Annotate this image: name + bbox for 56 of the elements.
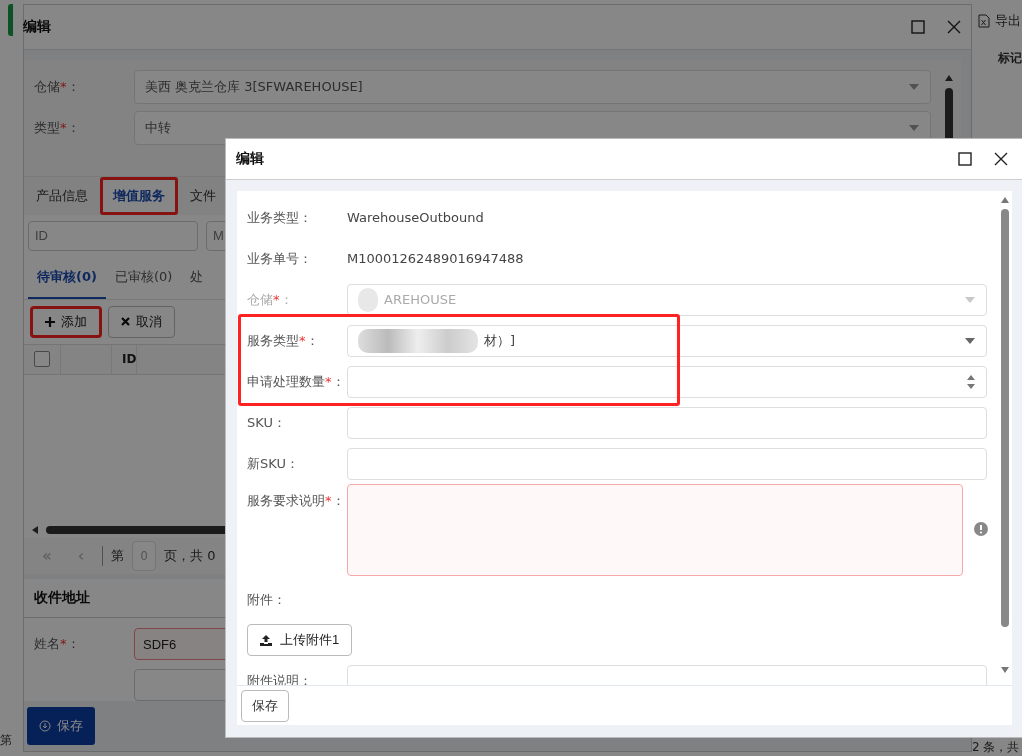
field-label: 姓名*：	[34, 635, 81, 654]
tab[interactable]: 已审核(0)	[105, 256, 182, 299]
close-icon	[121, 317, 130, 327]
field-label: 业务类型：	[247, 208, 313, 227]
text-field[interactable]	[347, 406, 987, 439]
field-label: SKU：	[247, 413, 287, 432]
number-field[interactable]	[347, 365, 987, 398]
save-button[interactable]: 保存	[241, 689, 289, 722]
field-label: 仓储*：	[34, 77, 81, 96]
plus-icon	[45, 316, 55, 327]
pager-text: 第	[0, 732, 12, 749]
select-field[interactable]: 材）]	[347, 324, 987, 357]
spreadsheet-icon	[978, 14, 990, 28]
pager-text: 第	[111, 546, 124, 565]
text-field[interactable]	[347, 447, 987, 480]
close-icon	[947, 20, 961, 34]
column-header: ID	[112, 344, 138, 375]
tab[interactable]: 产品信息	[24, 177, 100, 215]
toolbar-button[interactable]: 添加	[30, 305, 102, 338]
text-area[interactable]	[347, 484, 964, 576]
tab[interactable]: 处	[181, 256, 213, 299]
window-title: 编辑	[23, 18, 51, 36]
field-value: M10001262489016947488	[347, 251, 524, 266]
pager-text: 2 条，共	[972, 739, 1020, 756]
field-label: 服务要求说明*：	[247, 492, 346, 510]
tab[interactable]: 待审核(0)	[28, 256, 106, 299]
toolbar-button[interactable]: 取消	[108, 305, 175, 338]
save-button[interactable]: 保存	[27, 707, 95, 745]
caret-icon	[964, 295, 976, 304]
maximize-icon	[911, 20, 925, 34]
field-label: 业务单号：	[247, 249, 313, 268]
field-label: 服务类型*：	[247, 331, 320, 350]
checkbox[interactable]	[34, 351, 50, 368]
pager-text: 页，共 0	[164, 546, 216, 565]
select-field[interactable]: 美西 奥克兰仓库 3[SFWAREHOUSE]	[134, 69, 931, 104]
field-label: 仓储*：	[247, 290, 294, 309]
upload-icon	[260, 634, 272, 646]
download-circle-icon	[39, 720, 51, 732]
field-value: WarehouseOutbound	[347, 210, 484, 225]
exclamation-icon	[974, 522, 988, 536]
export-button[interactable]: 导出	[974, 6, 1022, 36]
window-title: 编辑	[236, 150, 264, 168]
field-label: 附件：	[247, 591, 287, 609]
field-label: 新SKU：	[247, 454, 300, 473]
close-icon	[994, 152, 1008, 166]
tab[interactable]: 增值服务	[100, 177, 178, 215]
upload-button[interactable]: 上传附件1	[247, 624, 353, 656]
tab[interactable]: 文件	[178, 177, 228, 215]
caret-icon	[908, 123, 920, 132]
field-label: 申请处理数量*：	[247, 372, 346, 391]
column-header: 标记	[998, 50, 1022, 67]
caret-icon	[908, 82, 920, 91]
maximize-icon	[958, 152, 972, 166]
caret-icon	[964, 336, 976, 345]
filter-field[interactable]: ID	[28, 220, 198, 251]
field-label: 类型*：	[34, 118, 81, 137]
